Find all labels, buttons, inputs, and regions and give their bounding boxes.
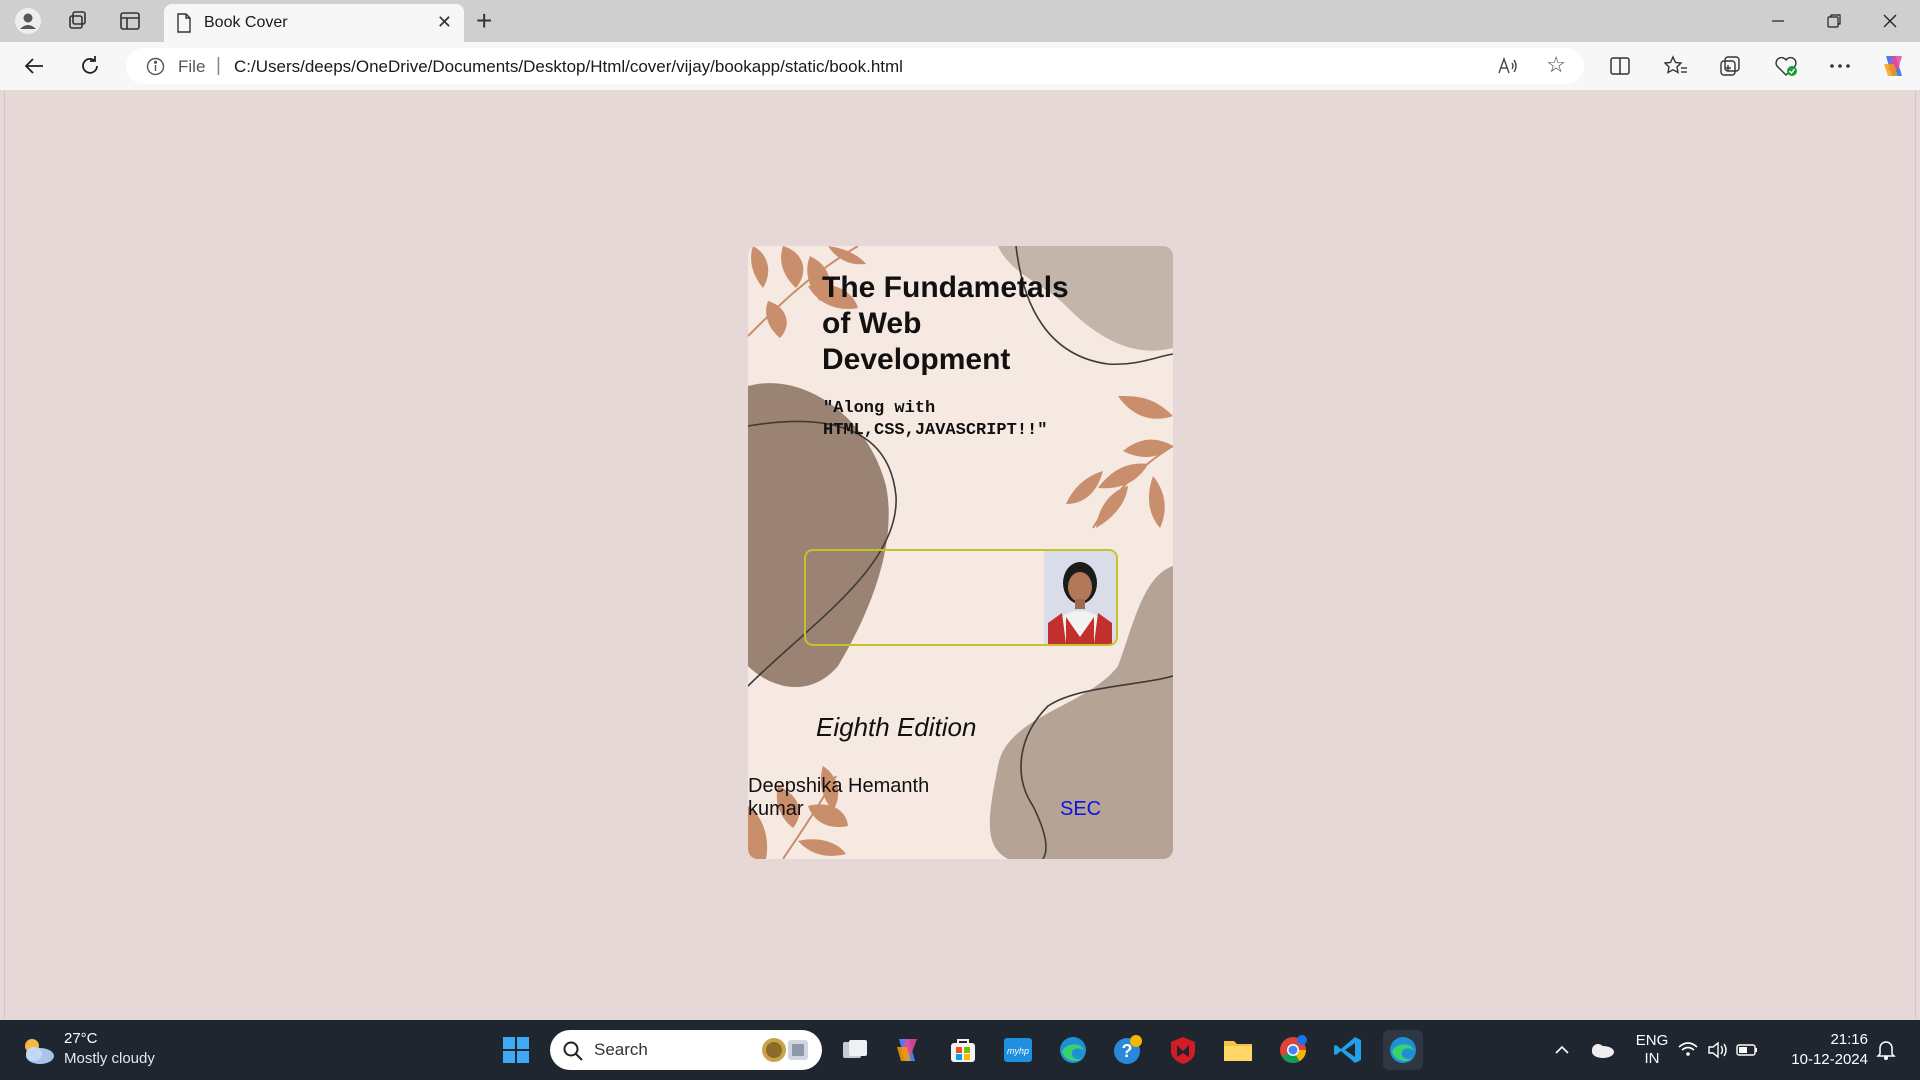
address-scheme: File xyxy=(178,57,206,76)
myhp-icon[interactable]: myhp xyxy=(998,1030,1038,1070)
wifi-icon xyxy=(1678,1042,1698,1056)
new-tab-icon[interactable]: + xyxy=(476,6,492,36)
collections-icon[interactable] xyxy=(1710,50,1750,82)
system-clock[interactable]: 21:16 10-12-2024 xyxy=(1784,1030,1868,1070)
vscode-icon[interactable] xyxy=(1328,1030,1368,1070)
tab-book-cover[interactable]: Book Cover ✕ xyxy=(164,4,464,42)
restore-icon[interactable] xyxy=(1806,6,1862,36)
more-options-icon[interactable] xyxy=(1820,50,1860,82)
favorites-icon[interactable] xyxy=(1656,50,1696,82)
language-indicator[interactable]: ENG IN xyxy=(1632,1032,1672,1068)
chrome-icon[interactable] xyxy=(1273,1030,1313,1070)
language-line2: IN xyxy=(1644,1050,1660,1067)
book-title: The Fundametals of Web Development xyxy=(822,271,1069,376)
clock-date: 10-12-2024 xyxy=(1791,1051,1868,1068)
weather-temperature: 27°C xyxy=(64,1030,98,1047)
close-window-icon[interactable] xyxy=(1862,6,1918,36)
minimize-icon[interactable] xyxy=(1750,6,1806,36)
edge-active-icon[interactable] xyxy=(1383,1030,1423,1070)
file-explorer-icon[interactable] xyxy=(1218,1030,1258,1070)
taskbar-search[interactable]: Search xyxy=(550,1030,822,1070)
page-icon xyxy=(176,13,192,38)
notifications-icon[interactable] xyxy=(1872,1030,1900,1070)
close-tab-icon[interactable]: ✕ xyxy=(437,12,452,33)
publisher-name: SEC xyxy=(1060,798,1102,820)
back-icon[interactable] xyxy=(14,50,54,82)
browser-essentials-icon[interactable] xyxy=(1766,50,1806,82)
navigation-toolbar: File | C:/Users/deeps/OneDrive/Documents… xyxy=(0,42,1920,90)
info-icon[interactable] xyxy=(146,57,165,81)
split-screen-icon[interactable] xyxy=(1600,50,1640,82)
taskbar: 27°C Mostly cloudy Search myhp ? ENG IN … xyxy=(0,1020,1920,1080)
vertical-tabs-icon[interactable] xyxy=(110,6,150,36)
profile-icon[interactable] xyxy=(8,6,48,36)
book-tagline: "Along with HTML,CSS,JAVASCRIPT!!" xyxy=(823,399,1048,440)
search-placeholder: Search xyxy=(594,1040,648,1059)
copilot-app-icon[interactable] xyxy=(888,1030,928,1070)
tab-title: Book Cover xyxy=(204,14,288,31)
weather-description: Mostly cloudy xyxy=(64,1050,155,1067)
refresh-icon[interactable] xyxy=(70,50,110,82)
read-aloud-icon[interactable] xyxy=(1496,55,1518,82)
microsoft-store-icon[interactable] xyxy=(943,1030,983,1070)
language-line1: ENG xyxy=(1635,1032,1669,1049)
clock-time: 21:16 xyxy=(1830,1031,1868,1048)
address-url[interactable]: C:/Users/deeps/OneDrive/Documents/Deskto… xyxy=(234,57,903,77)
author-photo-frame xyxy=(804,549,1118,646)
svg-text:myhp: myhp xyxy=(1007,1046,1029,1056)
task-view-icon[interactable] xyxy=(835,1030,875,1070)
book-cover: The Fundametals of Web Development "Alon… xyxy=(748,246,1173,859)
edition-label: Eighth Edition xyxy=(816,712,977,742)
address-separator: | xyxy=(216,55,221,76)
address-bar[interactable]: File | C:/Users/deeps/OneDrive/Documents… xyxy=(126,48,1584,84)
volume-icon xyxy=(1708,1041,1727,1059)
author-photo xyxy=(1044,551,1116,644)
tab-strip: Book Cover ✕ + xyxy=(0,0,1920,42)
copilot-icon[interactable] xyxy=(1874,50,1914,82)
edge-icon[interactable] xyxy=(1053,1030,1093,1070)
search-icon xyxy=(563,1041,583,1061)
show-hidden-icons-icon[interactable] xyxy=(1542,1030,1582,1070)
search-highlight-icon xyxy=(762,1038,808,1062)
help-icon[interactable]: ? xyxy=(1108,1030,1148,1070)
mcafee-icon[interactable] xyxy=(1163,1030,1203,1070)
workspaces-icon[interactable] xyxy=(58,6,98,36)
quick-settings[interactable] xyxy=(1676,1030,1768,1070)
author-name: Deepshika Hemanth kumar xyxy=(748,775,930,820)
onedrive-icon[interactable] xyxy=(1582,1030,1622,1070)
cloud-sun-icon xyxy=(25,1039,54,1064)
weather-widget[interactable]: 27°C Mostly cloudy xyxy=(18,1030,178,1072)
start-icon[interactable] xyxy=(496,1030,536,1070)
battery-icon xyxy=(1736,1044,1757,1056)
favorite-star-icon[interactable]: ☆ xyxy=(1546,52,1566,78)
